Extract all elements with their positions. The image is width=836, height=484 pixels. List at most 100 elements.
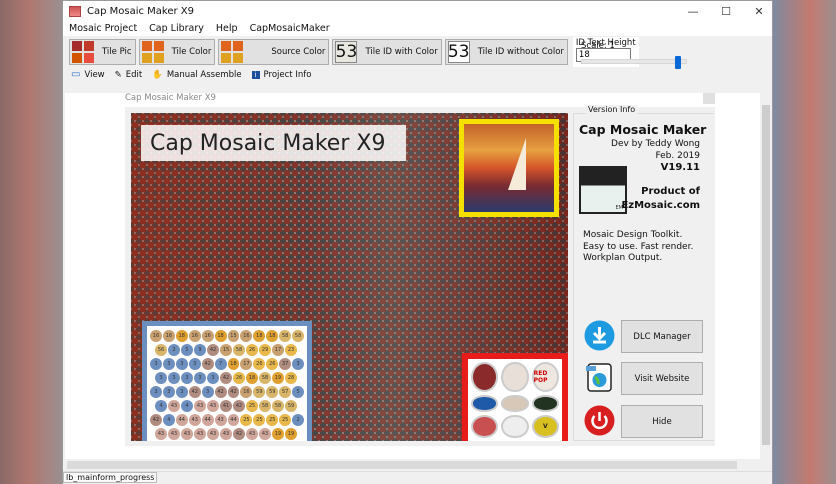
mosaic-title: Cap Mosaic Maker X9	[141, 125, 406, 161]
app-icon	[69, 5, 81, 17]
tile-id-with-color-button[interactable]: 53 Tile ID with Color	[332, 39, 442, 65]
close-button[interactable]: ✕	[743, 1, 775, 21]
tile-id-without-color-button[interactable]: 53 Tile ID without Color	[444, 39, 568, 65]
dlc-manager-button[interactable]: DLC Manager	[621, 320, 703, 353]
dialog-close-button[interactable]	[703, 93, 715, 104]
workplan-inset: 16 16 18 16 16 18 15 16 18 18 58 58 56 2 5 9 42 15 58 26 29 1…	[142, 321, 312, 441]
numbered-cap: 42	[214, 386, 227, 398]
bottle-cap	[501, 395, 529, 412]
product-name: Cap Mosaic Maker	[579, 122, 707, 137]
visit-website-button[interactable]: Visit Website	[621, 362, 703, 395]
menu-cap-library[interactable]: Cap Library	[149, 23, 204, 34]
website: EzMosaic.com	[621, 200, 700, 211]
tile-color-button[interactable]: Tile Color	[138, 39, 216, 65]
numbered-cap: 3	[194, 372, 206, 384]
numbered-cap: 58	[272, 400, 284, 412]
cap-samples-box: RED POP V	[462, 353, 568, 441]
tab-project-info[interactable]: i Project Info	[251, 69, 312, 80]
numbered-cap: 18	[214, 330, 227, 342]
numbered-cap: 4	[162, 414, 175, 426]
bottle-cap: RED POP	[531, 362, 559, 393]
horizontal-scrollbar[interactable]	[65, 459, 760, 471]
developer: Dev by Teddy Wong	[611, 139, 700, 149]
tile-color-label: Tile Color	[171, 47, 212, 57]
minimize-button[interactable]: —	[677, 1, 709, 21]
menu-mosaic-project[interactable]: Mosaic Project	[69, 23, 137, 34]
tab-label: Edit	[125, 69, 143, 80]
numbered-cap: 42	[150, 414, 162, 426]
scale-slider[interactable]	[581, 59, 687, 64]
numbered-cap: 37	[279, 358, 292, 370]
tab-manual-assemble[interactable]: ✋ Manual Assemble	[152, 70, 241, 80]
numbered-cap: 3	[201, 386, 214, 398]
bottle-cap	[471, 414, 499, 438]
sail-shape	[508, 138, 526, 190]
main-window: Cap Mosaic Maker X9 — ☐ ✕ Mosaic Project…	[62, 0, 773, 484]
info-icon: i	[251, 70, 260, 79]
numbered-cap: 25	[266, 414, 279, 426]
tile-pic-button[interactable]: Tile Pic	[69, 39, 136, 65]
version-info-panel: Version Info Cap Mosaic Maker Dev by Ted…	[573, 105, 714, 441]
scroll-thumb[interactable]	[762, 105, 770, 445]
cap-row: 43 43 43 43 43 43 42 43 43 19 19	[150, 428, 304, 440]
title-bar: Cap Mosaic Maker X9 — ☐ ✕	[63, 1, 772, 21]
numbered-cap: 43	[246, 428, 258, 440]
source-color-button[interactable]: Source Color	[218, 39, 330, 65]
numbered-cap: 3	[162, 386, 175, 398]
tab-label: Project Info	[263, 69, 312, 80]
numbered-cap: 42	[207, 344, 219, 356]
cap-row: 3 3 3 42 3 42 42 16 59 59 57 5	[150, 386, 305, 398]
numbered-cap: 3	[181, 372, 193, 384]
numbered-cap: 18	[246, 372, 258, 384]
numbered-cap: 42	[188, 386, 201, 398]
numbered-cap: 4	[181, 400, 193, 412]
vertical-scrollbar[interactable]	[760, 93, 772, 459]
power-icon[interactable]	[584, 405, 615, 436]
globe-icon[interactable]	[584, 362, 615, 393]
numbered-cap: 42	[227, 386, 240, 398]
numbered-cap: 43	[188, 414, 201, 426]
numbered-cap: 44	[227, 414, 240, 426]
numbered-cap: 18	[227, 358, 240, 370]
numbered-cap: 59	[253, 386, 266, 398]
numbered-cap: 44	[201, 414, 214, 426]
numbered-cap: 18	[253, 330, 266, 342]
cap-row: 56 2 5 9 42 15 58 26 29 17 23	[150, 344, 304, 356]
bottle-cap: V	[531, 414, 559, 438]
numbered-cap: 58	[259, 400, 271, 412]
numbered-cap: 26	[253, 358, 266, 370]
numbered-cap: 42	[233, 428, 245, 440]
maximize-button[interactable]: ☐	[710, 1, 742, 21]
menu-bar: Mosaic Project Cap Library Help CapMosai…	[63, 21, 772, 36]
numbered-cap: 26	[246, 344, 258, 356]
cap-row: 3 3 3 3 42 7 18 17 26 26 37 3	[150, 358, 305, 370]
numbered-cap: 42	[220, 372, 232, 384]
tab-label: Manual Assemble	[166, 69, 242, 80]
tile-pic-icon	[72, 41, 94, 63]
tab-edit[interactable]: ✎ Edit	[115, 70, 143, 80]
numbered-cap: 3	[162, 358, 175, 370]
numbered-cap: 58	[259, 372, 271, 384]
numbered-cap: 3	[292, 358, 305, 370]
numbered-cap: 3	[155, 372, 167, 384]
hide-button[interactable]: Hide	[621, 405, 703, 438]
cap-row: 3 3 3 3 3 42 26 18 58 19 28	[150, 372, 304, 384]
menu-help[interactable]: Help	[216, 23, 238, 34]
bottle-cap	[501, 362, 529, 393]
mosaic-image: Cap Mosaic Maker X9 16 16 18 16 16 18 15 16 18 18…	[131, 113, 568, 441]
release-date: Feb. 2019	[655, 151, 700, 161]
scroll-thumb[interactable]	[67, 461, 737, 469]
tab-view[interactable]: ▭ View	[71, 69, 105, 80]
download-icon[interactable]	[584, 320, 615, 351]
numbered-cap: 16	[150, 330, 162, 342]
numbered-cap: 19	[285, 428, 297, 440]
numbered-cap: 5	[292, 386, 305, 398]
scale-slider-thumb[interactable]	[675, 56, 681, 69]
numbered-cap: 16	[188, 330, 201, 342]
menu-capmosaicmaker[interactable]: CapMosaicMaker	[250, 23, 330, 34]
numbered-cap: 42	[201, 358, 214, 370]
numbered-cap: 19	[272, 372, 284, 384]
about-dialog: Cap Mosaic Maker X9 16 16 18 16 16 18 15 16 18 18…	[125, 105, 715, 446]
id-sample-icon: 53	[335, 41, 358, 63]
numbered-cap: 18	[175, 330, 188, 342]
